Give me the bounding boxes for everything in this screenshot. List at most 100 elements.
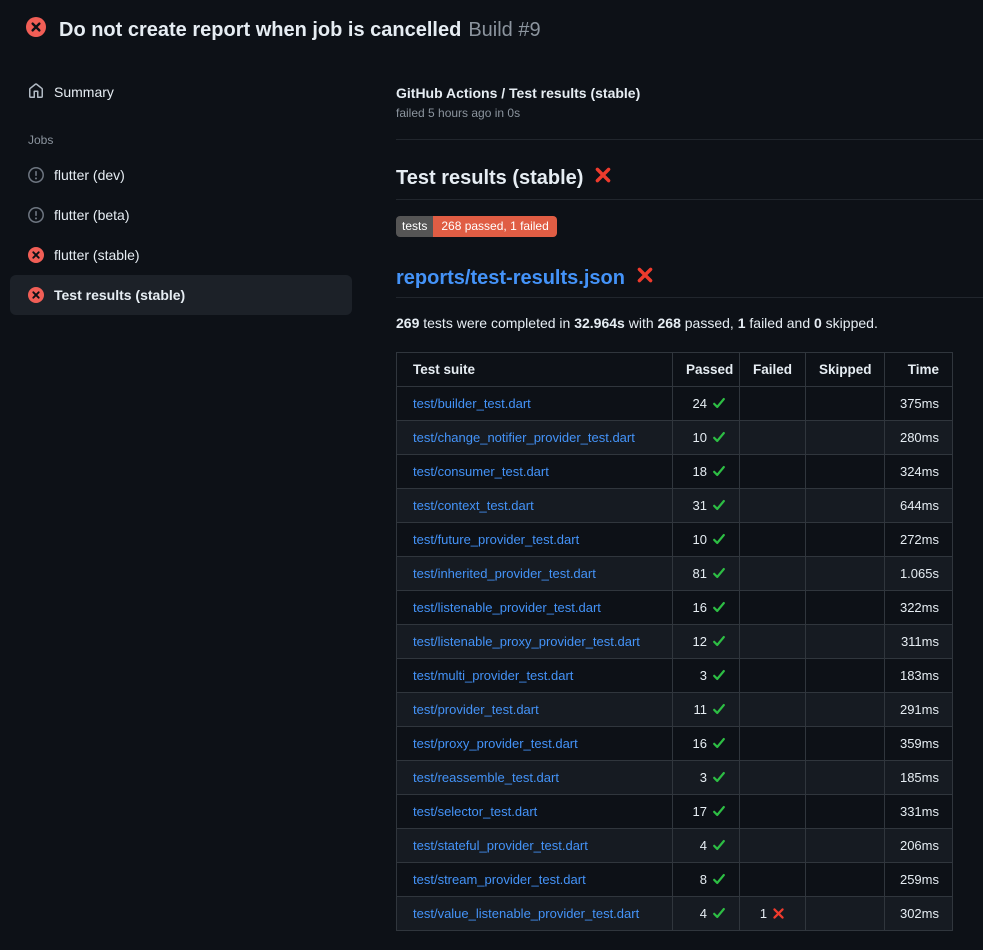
suite-link[interactable]: test/listenable_provider_test.dart bbox=[413, 600, 601, 615]
x-circle-icon bbox=[26, 17, 46, 42]
passed-cell: 31 bbox=[673, 489, 740, 523]
sidebar-item-test-results-stable[interactable]: Test results (stable) bbox=[10, 275, 352, 315]
table-row: test/proxy_provider_test.dart 16 359ms bbox=[397, 727, 953, 761]
skipped-cell bbox=[806, 387, 885, 421]
sidebar-item-flutter-beta[interactable]: flutter (beta) bbox=[10, 195, 352, 235]
suite-link[interactable]: test/stateful_provider_test.dart bbox=[413, 838, 588, 853]
passed-cell: 16 bbox=[673, 591, 740, 625]
table-row: test/listenable_provider_test.dart16322m… bbox=[397, 591, 953, 625]
suite-link[interactable]: test/inherited_provider_test.dart bbox=[413, 566, 596, 581]
suite-cell: test/future_provider_test.dart bbox=[397, 523, 673, 557]
summary-number: 269 bbox=[396, 315, 419, 331]
suite-link[interactable]: test/proxy_provider_test.dart bbox=[413, 736, 578, 751]
suite-link[interactable]: test/multi_provider_test.dart bbox=[413, 668, 573, 683]
skipped-cell bbox=[806, 421, 885, 455]
sidebar-item-summary[interactable]: Summary bbox=[10, 72, 352, 112]
x-circle-icon bbox=[28, 247, 44, 263]
check-title-text: Test results (stable) bbox=[396, 167, 583, 190]
skipped-cell bbox=[806, 727, 885, 761]
home-icon bbox=[28, 83, 44, 102]
check-icon bbox=[712, 838, 726, 852]
summary-number: 1 bbox=[738, 315, 746, 331]
time-cell: 206ms bbox=[885, 829, 953, 863]
skipped-cell bbox=[806, 897, 885, 931]
x-circle-icon bbox=[28, 287, 44, 303]
red-cross-icon bbox=[636, 266, 654, 290]
sidebar-item-flutter-dev[interactable]: flutter (dev) bbox=[10, 155, 352, 195]
job-list: flutter (dev)flutter (beta) flutter (stab… bbox=[10, 155, 352, 315]
skipped-cell bbox=[806, 557, 885, 591]
time-cell: 183ms bbox=[885, 659, 953, 693]
failed-cell bbox=[740, 863, 806, 897]
page-header: Do not create report when job is cancell… bbox=[0, 0, 983, 55]
time-cell: 359ms bbox=[885, 727, 953, 761]
red-cross-icon bbox=[594, 166, 612, 184]
skipped-cell bbox=[806, 659, 885, 693]
suite-cell: test/stateful_provider_test.dart bbox=[397, 829, 673, 863]
check-icon bbox=[712, 566, 726, 580]
suite-link[interactable]: test/stream_provider_test.dart bbox=[413, 872, 586, 887]
suite-cell: test/context_test.dart bbox=[397, 489, 673, 523]
check-icon bbox=[712, 668, 726, 682]
failed-cell bbox=[740, 693, 806, 727]
suite-link[interactable]: test/reassemble_test.dart bbox=[413, 770, 559, 785]
run-status-text: failed 5 hours ago in 0s bbox=[396, 106, 983, 120]
table-row: test/value_listenable_provider_test.dart… bbox=[397, 897, 953, 931]
passed-cell: 24 bbox=[673, 387, 740, 421]
passed-cell: 18 bbox=[673, 455, 740, 489]
summary-number: 0 bbox=[814, 315, 822, 331]
skipped-cell bbox=[806, 795, 885, 829]
check-icon bbox=[712, 804, 726, 818]
passed-count: 8 bbox=[700, 872, 707, 887]
suite-cell: test/reassemble_test.dart bbox=[397, 761, 673, 795]
failed-count: 1 bbox=[760, 906, 767, 921]
content-layout: Summary Jobs flutter (dev)flutter (beta)… bbox=[0, 55, 983, 931]
check-icon bbox=[712, 396, 726, 410]
table-row: test/change_notifier_provider_test.dart1… bbox=[397, 421, 953, 455]
failed-cell bbox=[740, 795, 806, 829]
suite-link[interactable]: test/change_notifier_provider_test.dart bbox=[413, 430, 635, 445]
table-row: test/stream_provider_test.dart8259ms bbox=[397, 863, 953, 897]
passed-cell: 11 bbox=[673, 693, 740, 727]
sidebar: Summary Jobs flutter (dev)flutter (beta)… bbox=[0, 55, 396, 315]
sidebar-item-label: Test results (stable) bbox=[54, 287, 185, 303]
passed-count: 11 bbox=[694, 702, 708, 717]
skipped-cell bbox=[806, 829, 885, 863]
suite-link[interactable]: test/listenable_proxy_provider_test.dart bbox=[413, 634, 640, 649]
suite-link[interactable]: test/context_test.dart bbox=[413, 498, 534, 513]
suite-link[interactable]: test/provider_test.dart bbox=[413, 702, 539, 717]
passed-cell: 81 bbox=[673, 557, 740, 591]
badge-label: tests bbox=[396, 216, 433, 237]
failed-cell bbox=[740, 761, 806, 795]
suite-cell: test/provider_test.dart bbox=[397, 693, 673, 727]
sidebar-item-flutter-stable[interactable]: flutter (stable) bbox=[10, 235, 352, 275]
table-row: test/stateful_provider_test.dart4206ms bbox=[397, 829, 953, 863]
passed-count: 3 bbox=[700, 770, 707, 785]
skipped-cell bbox=[806, 761, 885, 795]
time-cell: 375ms bbox=[885, 387, 953, 421]
table-row: test/reassemble_test.dart3185ms bbox=[397, 761, 953, 795]
report-file-link[interactable]: reports/test-results.json bbox=[396, 266, 983, 298]
skipped-cell bbox=[806, 863, 885, 897]
passed-count: 12 bbox=[693, 634, 707, 649]
red-cross-icon bbox=[636, 266, 654, 284]
check-icon bbox=[712, 532, 726, 546]
suite-link[interactable]: test/value_listenable_provider_test.dart bbox=[413, 906, 639, 921]
failed-cell bbox=[740, 659, 806, 693]
failed-cell bbox=[740, 523, 806, 557]
cross-icon bbox=[772, 907, 785, 920]
alert-circle-icon bbox=[28, 207, 44, 223]
table-row: test/consumer_test.dart 18 324ms bbox=[397, 455, 953, 489]
passed-count: 16 bbox=[693, 736, 707, 751]
column-header-failed: Failed bbox=[740, 353, 806, 387]
sidebar-item-label: flutter (stable) bbox=[54, 247, 140, 263]
suite-link[interactable]: test/selector_test.dart bbox=[413, 804, 537, 819]
failed-cell bbox=[740, 455, 806, 489]
time-cell: 324ms bbox=[885, 455, 953, 489]
tests-summary-sentence: 269 tests were completed in 32.964s with… bbox=[396, 315, 983, 331]
time-cell: 302ms bbox=[885, 897, 953, 931]
passed-cell: 17 bbox=[673, 795, 740, 829]
suite-link[interactable]: test/future_provider_test.dart bbox=[413, 532, 579, 547]
suite-link[interactable]: test/builder_test.dart bbox=[413, 396, 531, 411]
suite-link[interactable]: test/consumer_test.dart bbox=[413, 464, 549, 479]
